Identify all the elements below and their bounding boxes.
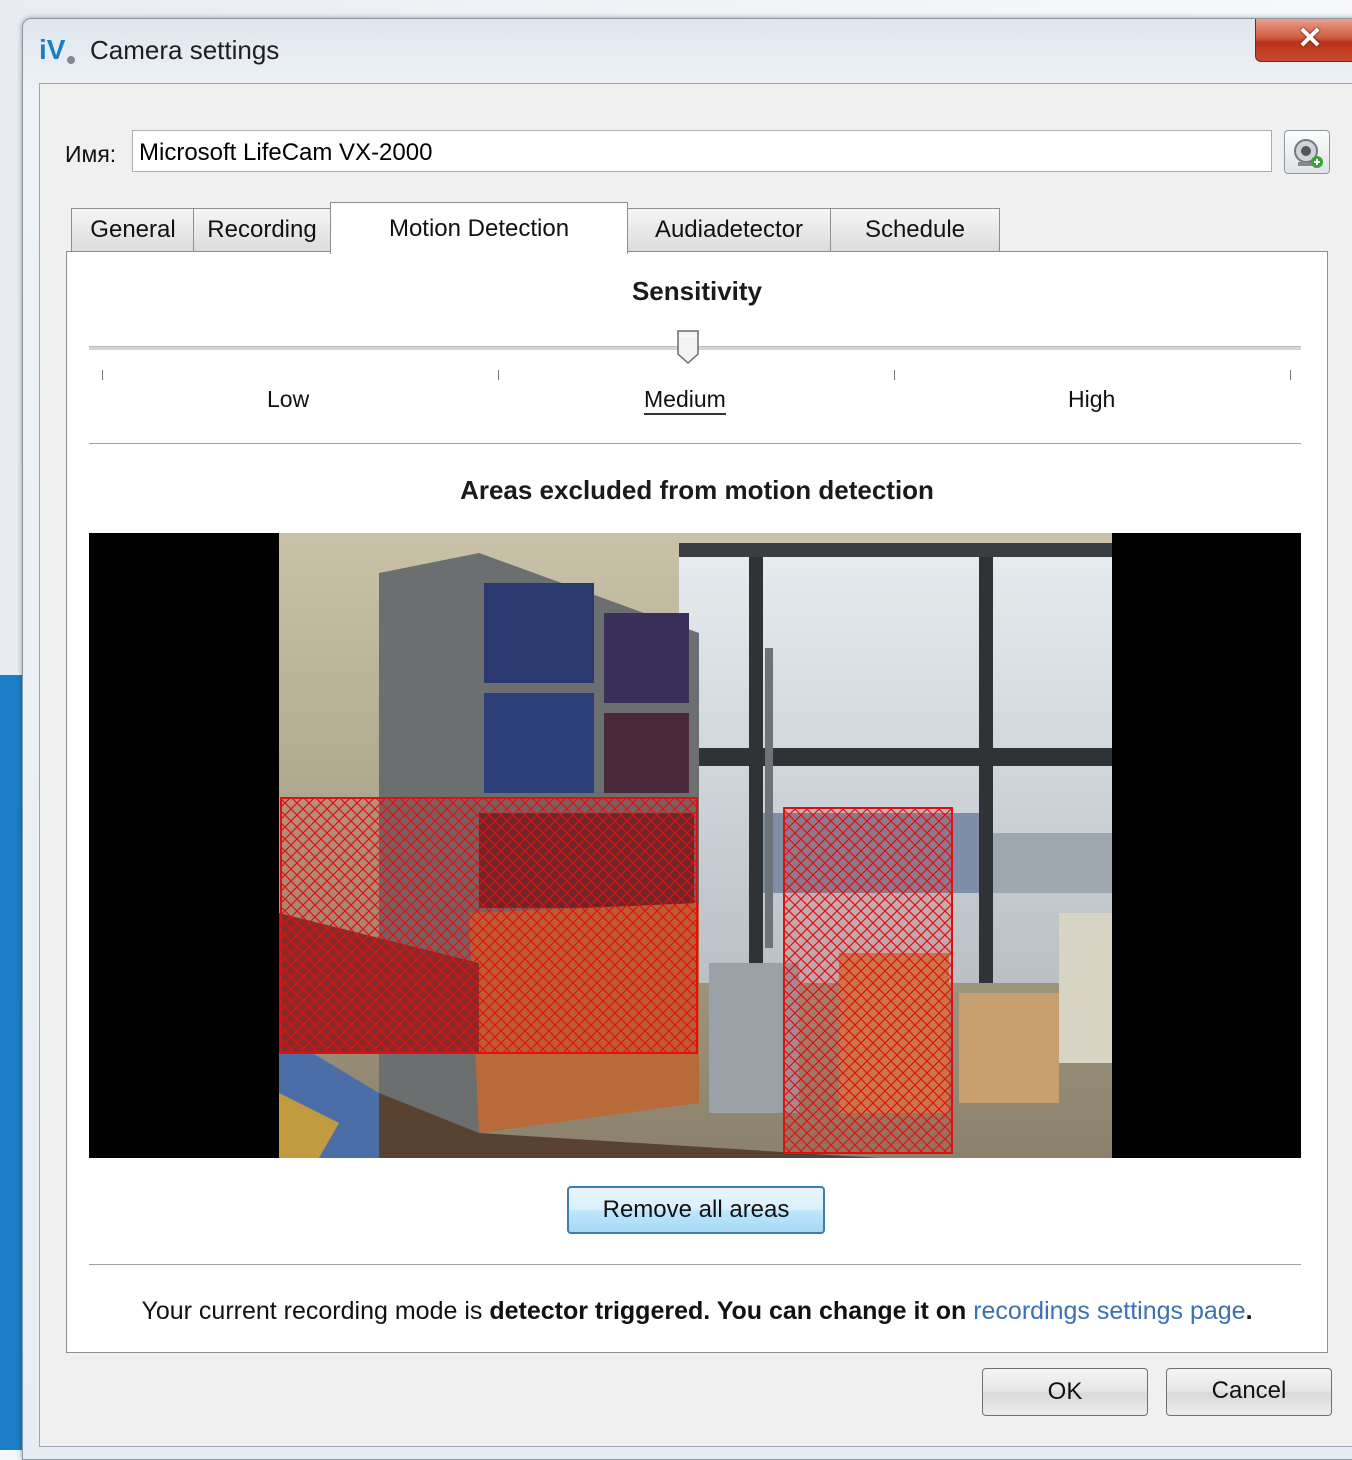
info-text-3: .: [1245, 1297, 1253, 1325]
recording-mode-info: Your current recording mode is detector …: [67, 1297, 1327, 1326]
close-button[interactable]: ✕: [1255, 19, 1352, 62]
divider: [89, 443, 1301, 444]
dialog-client-area: Имя: Microsoft LifeCam VX-2000 General R…: [39, 83, 1352, 1447]
webcam-add-icon: [1294, 139, 1323, 168]
tab-audiadetector[interactable]: Audiadetector: [627, 208, 831, 252]
remove-all-areas-button[interactable]: Remove all areas: [567, 1186, 825, 1234]
sensitivity-title: Sensitivity: [631, 276, 763, 306]
desktop-blue-strip: [0, 675, 22, 1450]
divider: [89, 1264, 1301, 1265]
sensitivity-high-label[interactable]: High: [1068, 386, 1115, 413]
camera-preview[interactable]: [89, 533, 1301, 1158]
info-text-2: detector triggered. You can change it on: [489, 1297, 974, 1325]
title-bar[interactable]: iV Camera settings ✕: [23, 19, 1352, 83]
camera-frame-image[interactable]: [279, 533, 1112, 1158]
slider-tick: [102, 370, 103, 380]
camera-add-button[interactable]: [1284, 130, 1330, 174]
sensitivity-low-label[interactable]: Low: [267, 386, 309, 413]
window-title: Camera settings: [90, 35, 280, 65]
tab-general[interactable]: General: [71, 208, 195, 252]
slider-tick: [894, 370, 895, 380]
cancel-button[interactable]: Cancel: [1166, 1368, 1332, 1416]
close-icon: ✕: [1297, 22, 1323, 55]
name-label: Имя:: [65, 141, 117, 167]
tab-motion-detection[interactable]: Motion Detection: [330, 202, 628, 254]
recordings-settings-link[interactable]: recordings settings page: [973, 1297, 1245, 1325]
motion-detection-panel: Sensitivity Low Medium High Areas exclud…: [66, 251, 1328, 1353]
sensitivity-medium-label[interactable]: Medium: [644, 386, 726, 415]
ok-button[interactable]: OK: [982, 1368, 1148, 1416]
excluded-areas-title: Areas excluded from motion detection: [460, 475, 934, 505]
camera-name-input[interactable]: Microsoft LifeCam VX-2000: [132, 130, 1272, 172]
sensitivity-slider-thumb[interactable]: [677, 330, 699, 364]
svg-text:iV: iV: [39, 34, 66, 65]
info-text-1: Your current recording mode is: [141, 1297, 490, 1325]
slider-tick: [1290, 370, 1291, 380]
tab-schedule[interactable]: Schedule: [830, 208, 1000, 252]
camera-settings-window: iV Camera settings ✕ Имя: Microsoft Life…: [22, 18, 1352, 1460]
tab-recording[interactable]: Recording: [193, 208, 331, 252]
app-logo-icon: iV: [39, 34, 75, 65]
slider-tick: [498, 370, 499, 380]
